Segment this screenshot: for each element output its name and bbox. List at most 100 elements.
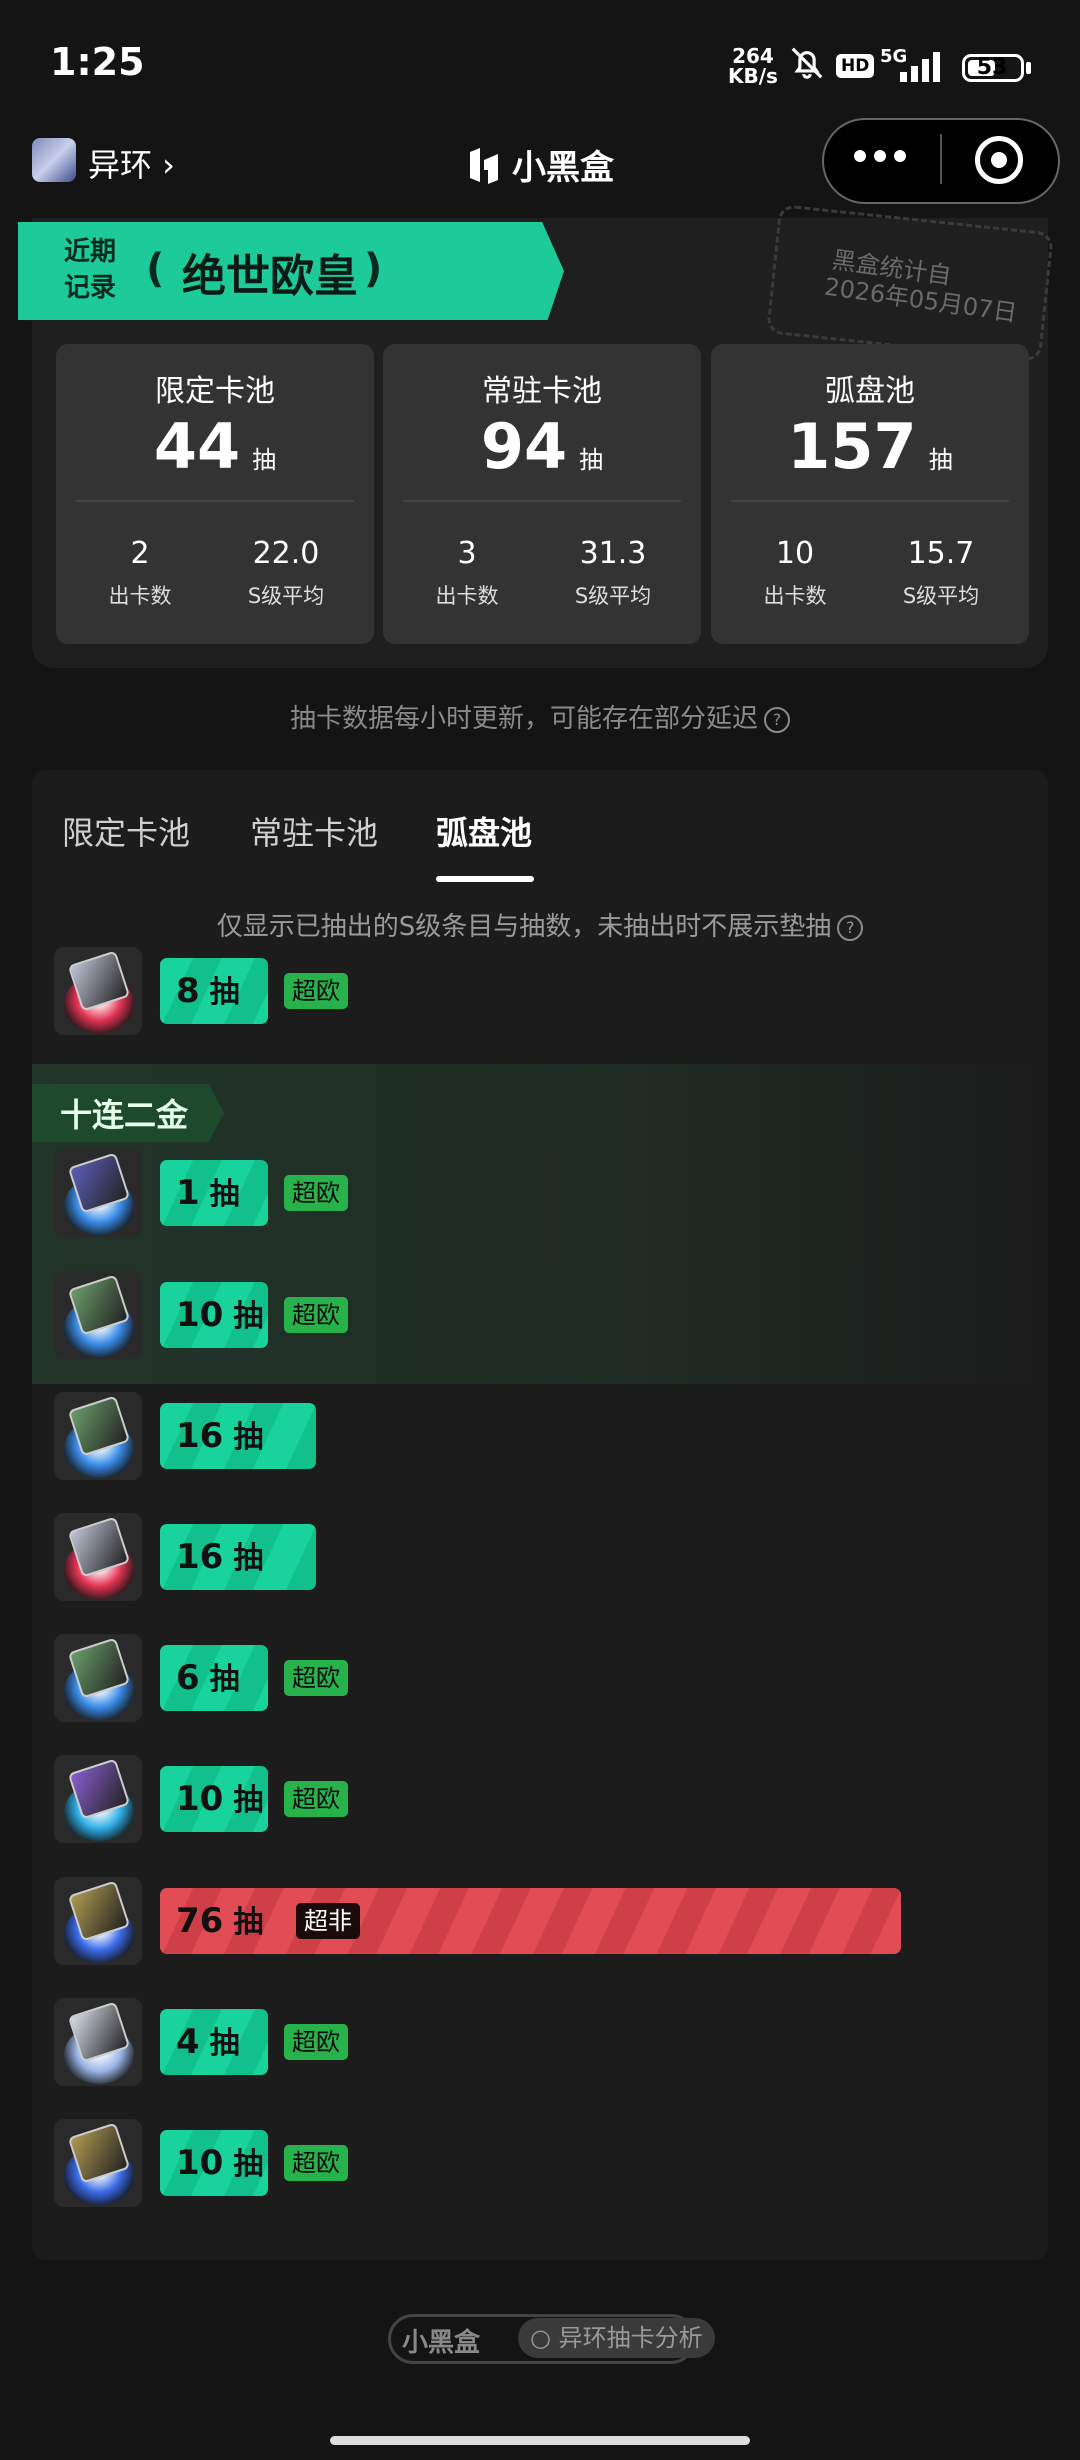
pool-total-value: 157 [787, 410, 917, 483]
home-indicator[interactable] [330, 2436, 750, 2445]
pool-s-average: 31.3 [579, 536, 647, 571]
pool-cards-count: 10 [775, 536, 815, 571]
pull-count: 4抽 [176, 2009, 240, 2077]
game-switcher[interactable]: 异环 › [88, 140, 175, 186]
item-avatar[interactable] [54, 1998, 142, 2086]
help-icon[interactable]: ? [764, 706, 790, 733]
pull-count-value: 4 [176, 2022, 200, 2062]
brand-title: 小黑盒 [466, 140, 614, 189]
pool-total-unit: 抽 [928, 446, 953, 474]
more-icon[interactable] [854, 150, 906, 162]
item-avatar[interactable] [54, 1634, 142, 1722]
close-miniapp-dot [991, 152, 1007, 168]
pool-cards-count: 2 [130, 536, 150, 571]
pool-s-average-label: S级平均 [902, 584, 980, 608]
pool-cards-label: 出卡数 [108, 584, 172, 608]
ten-pull-label: 十连二金 [60, 1096, 189, 1134]
pool-cards-label: 出卡数 [763, 584, 827, 608]
pool-name: 常驻卡池 [482, 374, 602, 409]
laurel-left-icon: ( [146, 246, 165, 292]
pull-count: 16 抽 [176, 1403, 263, 1471]
pull-unit: 抽 [233, 1299, 264, 1334]
pull-count-value: 16 [176, 1416, 224, 1456]
network-speed-value: 264 [732, 44, 774, 68]
pull-unit: 抽 [233, 1783, 264, 1818]
lucky-tag: 超欧 [284, 1781, 348, 1817]
pull-count-value: 16 [176, 1537, 224, 1577]
brand-name: 小黑盒 [512, 148, 614, 188]
lucky-tag: 超欧 [284, 1175, 348, 1211]
footer-brand: 小黑盒 [402, 2328, 481, 2358]
item-avatar[interactable] [54, 1877, 142, 1965]
item-avatar[interactable] [54, 947, 142, 1035]
lucky-tag: 超欧 [284, 973, 348, 1009]
pool-divider [731, 500, 1009, 502]
unlucky-tag: 超非 [296, 1903, 360, 1939]
item-avatar[interactable] [54, 1392, 142, 1480]
pull-count-value: 10 [176, 2143, 224, 2183]
pull-count: 10 抽 [176, 1282, 263, 1350]
network-speed: 264 KB/s [728, 46, 778, 86]
item-avatar[interactable] [54, 1271, 142, 1359]
pool-total-value: 94 [480, 410, 568, 483]
game-avatar[interactable] [32, 138, 76, 182]
item-avatar[interactable] [54, 2119, 142, 2207]
luck-title: 绝世欧皇 [182, 251, 358, 302]
pull-count: 76 抽 [176, 1888, 263, 1956]
update-note: 抽卡数据每小时更新，可能存在部分延迟? [0, 698, 1080, 735]
pool-cards-label: 出卡数 [435, 584, 499, 608]
footer-label: ○ 异环抽卡分析 [518, 2318, 715, 2358]
pull-count: 1抽 [176, 1160, 240, 1228]
item-avatar[interactable] [54, 1513, 142, 1601]
pull-unit: 抽 [209, 975, 240, 1010]
pull-count: 10 抽 [176, 2130, 263, 2198]
item-avatar[interactable] [54, 1149, 142, 1237]
list-note: 仅显示已抽出的S级条目与抽数，未抽出时不展示垫抽? [0, 906, 1080, 943]
lucky-tag: 超欧 [284, 1297, 348, 1333]
pool-total: 157 抽 [711, 410, 1029, 483]
bell-muted-icon [791, 47, 823, 79]
tab-limited[interactable]: 限定卡池 [62, 808, 190, 854]
lucky-tag: 超欧 [284, 2145, 348, 2181]
active-tab-indicator [436, 876, 534, 882]
pool-total: 94 抽 [383, 410, 701, 483]
pull-unit: 抽 [209, 1662, 240, 1697]
pool-total-unit: 抽 [579, 446, 604, 474]
pool-divider [403, 500, 681, 502]
pool-total-value: 44 [153, 410, 241, 483]
pull-unit: 抽 [233, 1420, 264, 1455]
status-time: 1:25 [50, 40, 145, 84]
list-note-text: 仅显示已抽出的S级条目与抽数，未抽出时不展示垫抽 [216, 912, 832, 942]
battery-level: 53 [976, 55, 1008, 80]
pull-unit: 抽 [233, 1905, 264, 1940]
hd-badge: HD [836, 54, 875, 78]
pool-cards-count: 3 [457, 536, 477, 571]
pull-count: 16 抽 [176, 1524, 263, 1592]
pool-total: 44 抽 [56, 410, 374, 483]
pull-count-value: 6 [176, 1658, 200, 1698]
pool-s-average: 15.7 [907, 536, 975, 571]
laurel-right-icon: ) [364, 246, 383, 292]
pull-count-value: 76 [176, 1901, 224, 1941]
tab-disc[interactable]: 弧盘池 [436, 808, 532, 854]
pool-name: 弧盘池 [825, 374, 915, 409]
pull-count-value: 1 [176, 1173, 200, 1213]
pull-unit: 抽 [209, 2026, 240, 2061]
pull-bar [160, 1888, 901, 1954]
tab-standard[interactable]: 常驻卡池 [250, 808, 378, 854]
search-icon: ○ [530, 2324, 559, 2352]
lucky-tag: 超欧 [284, 2024, 348, 2060]
pool-name: 限定卡池 [155, 374, 275, 409]
help-icon[interactable]: ? [837, 914, 864, 941]
pull-unit: 抽 [233, 1541, 264, 1576]
pool-s-average: 22.0 [252, 536, 320, 571]
pull-count: 6抽 [176, 1645, 240, 1713]
pull-count-value: 10 [176, 1295, 224, 1335]
recent-label-line1: 近期 [64, 237, 117, 267]
pull-count: 8抽 [176, 958, 240, 1026]
item-avatar[interactable] [54, 1755, 142, 1843]
pool-total-unit: 抽 [252, 446, 277, 474]
capsule-divider [940, 134, 942, 184]
pool-s-average-label: S级平均 [574, 584, 652, 608]
pull-count: 10 抽 [176, 1766, 263, 1834]
